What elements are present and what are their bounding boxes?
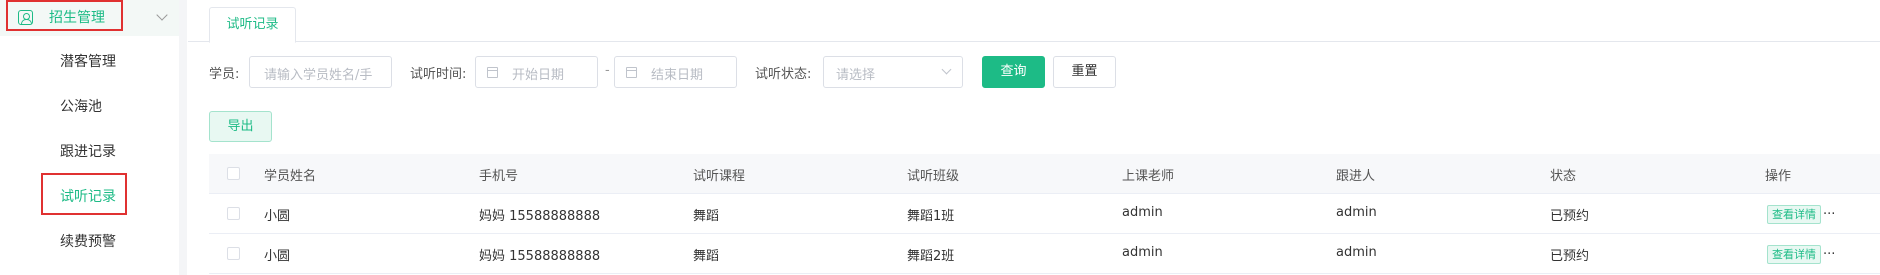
student-search-input[interactable]: 请输入学员姓名/手 (249, 56, 392, 88)
tab-trial-records[interactable]: 试听记录 (209, 7, 296, 43)
trial-time-label: 试听时间: (410, 67, 467, 82)
select-all-checkbox[interactable] (227, 167, 240, 180)
more-actions-button[interactable]: ... (1823, 203, 1835, 218)
sidebar-item-renewal-alert[interactable]: 续费预警 (0, 221, 180, 261)
sidebar-item-follow-up[interactable]: 跟进记录 (0, 131, 180, 171)
table-row[interactable]: 小圆 妈妈 15588888888 舞蹈 舞蹈1班 admin admin 已预… (209, 194, 1880, 234)
sidebar-item-label: 公海池 (60, 99, 102, 115)
cell-status: 已预约 (1550, 249, 1590, 264)
date-range-separator: - (605, 63, 610, 78)
cell-teacher: admin (1122, 205, 1163, 220)
chevron-down-icon (941, 64, 952, 75)
cell-follower: admin (1336, 245, 1377, 260)
cell-phone: 妈妈 15588888888 (479, 209, 601, 224)
sidebar-item-label: 跟进记录 (60, 144, 116, 160)
trial-status-select[interactable]: 请选择 (823, 56, 963, 88)
cell-class: 舞蹈1班 (907, 209, 955, 224)
column-header: 操作 (1765, 169, 1792, 184)
column-header: 状态 (1550, 169, 1577, 184)
highlight-box-group (6, 0, 123, 31)
column-header: 跟进人 (1336, 169, 1376, 184)
sidebar: 招生管理 潜客管理 公海池 跟进记录 试听记录 续费预警 (0, 0, 187, 275)
highlight-box-menu-item (41, 173, 127, 215)
student-label: 学员: (209, 67, 240, 82)
table-row[interactable]: 小圆 妈妈 15588888888 舞蹈 舞蹈2班 admin admin 已预… (209, 234, 1880, 274)
column-header: 手机号 (479, 169, 519, 184)
cell-status: 已预约 (1550, 209, 1590, 224)
cell-student-name: 小圆 (264, 209, 291, 224)
sidebar-item-public-pool[interactable]: 公海池 (0, 86, 180, 126)
start-date-placeholder: 开始日期 (512, 68, 565, 83)
reset-button[interactable]: 重置 (1053, 56, 1116, 88)
cell-student-name: 小圆 (264, 249, 291, 264)
cell-class: 舞蹈2班 (907, 249, 955, 264)
student-search-placeholder: 请输入学员姓名/手 (264, 68, 373, 83)
view-details-button[interactable]: 查看详情 (1767, 245, 1821, 264)
status-select-placeholder: 请选择 (836, 68, 876, 83)
table-header: 学员姓名 手机号 试听课程 试听班级 上课老师 跟进人 状态 操作 (209, 154, 1880, 194)
cell-teacher: admin (1122, 245, 1163, 260)
column-header: 学员姓名 (264, 169, 317, 184)
view-details-button[interactable]: 查看详情 (1767, 205, 1821, 224)
sidebar-item-label: 续费预警 (60, 234, 116, 250)
cell-follower: admin (1336, 205, 1377, 220)
chevron-down-icon[interactable] (156, 9, 168, 21)
column-header: 试听班级 (907, 169, 960, 184)
cell-course: 舞蹈 (693, 249, 720, 264)
trial-status-label: 试听状态: (755, 67, 812, 82)
search-button[interactable]: 查询 (982, 56, 1045, 88)
cell-course: 舞蹈 (693, 209, 720, 224)
row-checkbox[interactable] (227, 247, 240, 260)
calendar-icon (487, 67, 498, 78)
sidebar-item-label: 潜客管理 (60, 54, 116, 70)
end-date-placeholder: 结束日期 (651, 68, 704, 83)
export-button[interactable]: 导出 (209, 111, 272, 142)
start-date-input[interactable]: 开始日期 (475, 56, 598, 88)
more-actions-button[interactable]: ... (1823, 243, 1835, 258)
column-header: 试听课程 (693, 169, 746, 184)
sidebar-item-leads[interactable]: 潜客管理 (0, 41, 180, 81)
app: 招生管理 潜客管理 公海池 跟进记录 试听记录 续费预警 试听记录 学员: 请输… (0, 0, 1880, 275)
cell-phone: 妈妈 15588888888 (479, 249, 601, 264)
tab-bar: 试听记录 (188, 0, 1880, 43)
calendar-icon (626, 67, 637, 78)
row-checkbox[interactable] (227, 207, 240, 220)
column-header: 上课老师 (1122, 169, 1175, 184)
end-date-input[interactable]: 结束日期 (614, 56, 737, 88)
